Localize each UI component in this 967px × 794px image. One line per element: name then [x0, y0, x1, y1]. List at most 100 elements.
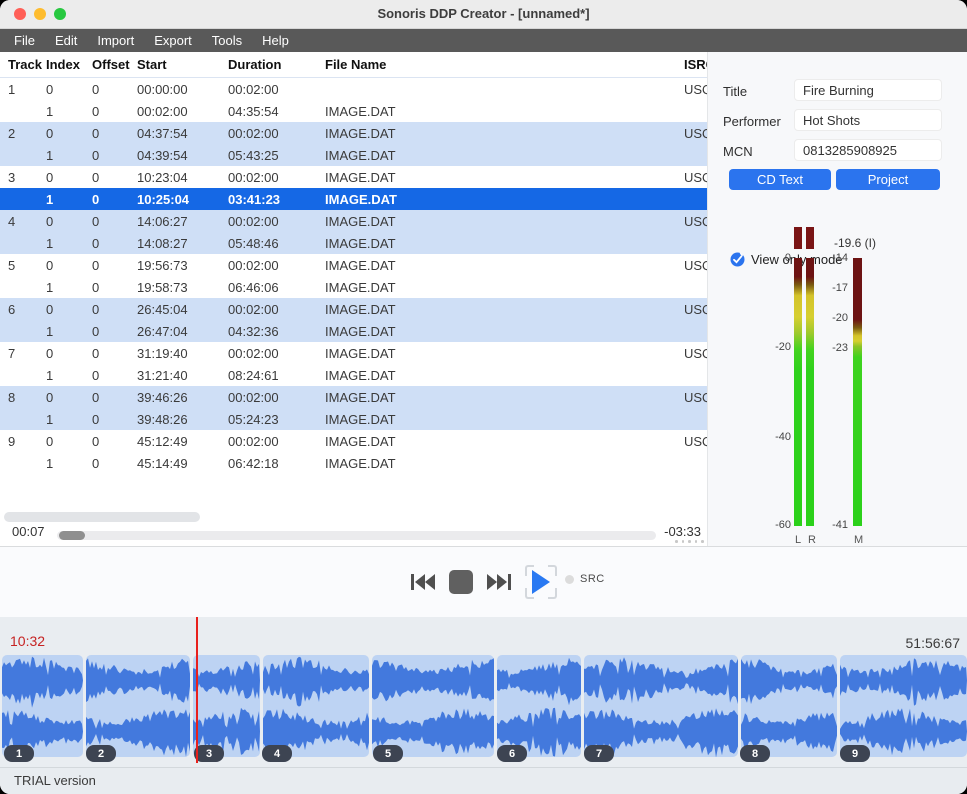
- table-row[interactable]: 1 0 14:08:27 05:48:46 IMAGE.DAT: [0, 232, 707, 254]
- stop-button[interactable]: [449, 570, 473, 594]
- menu-import[interactable]: Import: [87, 29, 144, 52]
- mcn-input[interactable]: [794, 139, 942, 161]
- window-title: Sonoris DDP Creator - [unnamed*]: [0, 0, 967, 28]
- src-toggle[interactable]: SRC: [565, 573, 605, 585]
- table-row[interactable]: 1 0 45:14:49 06:42:18 IMAGE.DAT: [0, 452, 707, 474]
- waveform-segment[interactable]: [193, 655, 260, 757]
- cell-filename: IMAGE.DAT: [325, 104, 684, 119]
- table-row[interactable]: 1 0 10:25:04 03:41:23 IMAGE.DAT: [0, 188, 707, 210]
- cell-index: 0: [46, 434, 92, 449]
- cell-isrc: USQ: [684, 126, 707, 141]
- lr-scale-60: -60: [759, 519, 791, 531]
- table-row[interactable]: 2 0 0 04:37:54 00:02:00 IMAGE.DAT USQ: [0, 122, 707, 144]
- menu-edit[interactable]: Edit: [45, 29, 87, 52]
- cell-offset: 0: [92, 126, 137, 141]
- lr-scale-40: -40: [759, 431, 791, 443]
- lr-scale-20: -20: [759, 341, 791, 353]
- menu-export[interactable]: Export: [144, 29, 202, 52]
- menu-bar: File Edit Import Export Tools Help: [0, 29, 967, 52]
- cell-duration: 03:41:23: [228, 192, 325, 207]
- properties-panel: Title Performer MCN CD Text Project View…: [707, 52, 967, 546]
- project-button[interactable]: Project: [836, 169, 940, 190]
- table-row[interactable]: 1 0 04:39:54 05:43:25 IMAGE.DAT: [0, 144, 707, 166]
- table-row[interactable]: 1 0 39:48:26 05:24:23 IMAGE.DAT: [0, 408, 707, 430]
- cell-offset: 0: [92, 368, 137, 383]
- table-row[interactable]: 1 0 0 00:00:00 00:02:00 USQ: [0, 78, 707, 100]
- horizontal-scrollbar[interactable]: [4, 512, 200, 522]
- cell-duration: 04:32:36: [228, 324, 325, 339]
- cell-filename: IMAGE.DAT: [325, 324, 684, 339]
- play-button[interactable]: [525, 565, 557, 599]
- performer-label: Performer: [723, 114, 781, 129]
- table-row[interactable]: 5 0 0 19:56:73 00:02:00 IMAGE.DAT USQ: [0, 254, 707, 276]
- cell-index: 0: [46, 214, 92, 229]
- seek-slider[interactable]: [57, 531, 656, 540]
- cell-index: 0: [46, 258, 92, 273]
- checkmark-icon: [730, 252, 745, 267]
- column-filename[interactable]: File Name: [325, 57, 684, 72]
- menu-help[interactable]: Help: [252, 29, 299, 52]
- table-row[interactable]: 1 0 19:58:73 06:46:06 IMAGE.DAT: [0, 276, 707, 298]
- elapsed-time: 00:07: [12, 524, 45, 539]
- cell-duration: 00:02:00: [228, 346, 325, 361]
- column-offset[interactable]: Offset: [92, 57, 137, 72]
- column-duration[interactable]: Duration: [228, 57, 325, 72]
- table-row[interactable]: 1 0 26:47:04 04:32:36 IMAGE.DAT: [0, 320, 707, 342]
- menu-file[interactable]: File: [4, 29, 45, 52]
- table-row[interactable]: 7 0 0 31:19:40 00:02:00 IMAGE.DAT USQ: [0, 342, 707, 364]
- waveform-segment[interactable]: [741, 655, 837, 757]
- table-row[interactable]: 1 0 00:02:00 04:35:54 IMAGE.DAT: [0, 100, 707, 122]
- title-input[interactable]: [794, 79, 942, 101]
- waveform-segment[interactable]: [2, 655, 83, 757]
- cell-filename: IMAGE.DAT: [325, 258, 684, 273]
- previous-track-button[interactable]: [411, 574, 435, 590]
- track-number-badge: 6: [497, 745, 527, 762]
- cell-isrc: USQ: [684, 346, 707, 361]
- cell-track: 2: [8, 126, 46, 141]
- column-index[interactable]: Index: [46, 57, 92, 72]
- next-track-button[interactable]: [487, 574, 511, 590]
- track-table-body: 1 0 0 00:00:00 00:02:00 USQ 1 0 00:02:00…: [0, 78, 707, 474]
- trial-version-label: TRIAL version: [14, 768, 96, 794]
- waveform-segment[interactable]: [584, 655, 738, 757]
- waveform-graphic: [193, 655, 260, 757]
- cell-start: 14:06:27: [137, 214, 228, 229]
- waveform-segment[interactable]: [263, 655, 369, 757]
- column-start[interactable]: Start: [137, 57, 228, 72]
- performer-input[interactable]: [794, 109, 942, 131]
- playhead[interactable]: [196, 617, 198, 763]
- table-row[interactable]: 1 0 31:21:40 08:24:61 IMAGE.DAT: [0, 364, 707, 386]
- waveform-segment[interactable]: [840, 655, 967, 757]
- cell-duration: 04:35:54: [228, 104, 325, 119]
- table-row[interactable]: 8 0 0 39:46:26 00:02:00 IMAGE.DAT USQ: [0, 386, 707, 408]
- table-row[interactable]: 9 0 0 45:12:49 00:02:00 IMAGE.DAT USQ: [0, 430, 707, 452]
- waveform-segment[interactable]: [86, 655, 190, 757]
- table-row[interactable]: 4 0 0 14:06:27 00:02:00 IMAGE.DAT USQ: [0, 210, 707, 232]
- cell-index: 1: [46, 280, 92, 295]
- splitter-grip[interactable]: [675, 540, 704, 543]
- left-meter-bar: [794, 258, 802, 526]
- cell-duration: 00:02:00: [228, 434, 325, 449]
- cell-offset: 0: [92, 280, 137, 295]
- cell-index: 0: [46, 126, 92, 141]
- column-isrc[interactable]: ISRC: [684, 57, 707, 72]
- waveform-segment[interactable]: [372, 655, 494, 757]
- cell-filename: IMAGE.DAT: [325, 170, 684, 185]
- table-row[interactable]: 6 0 0 26:45:04 00:02:00 IMAGE.DAT USQ: [0, 298, 707, 320]
- seek-slider-thumb[interactable]: [59, 531, 85, 540]
- cell-filename: IMAGE.DAT: [325, 148, 684, 163]
- column-track[interactable]: Track: [8, 57, 46, 72]
- cell-start: 45:14:49: [137, 456, 228, 471]
- waveform-segment[interactable]: [497, 655, 581, 757]
- cell-filename: IMAGE.DAT: [325, 368, 684, 383]
- cell-start: 04:37:54: [137, 126, 228, 141]
- cd-text-button[interactable]: CD Text: [729, 169, 831, 190]
- cell-filename: IMAGE.DAT: [325, 126, 684, 141]
- table-row[interactable]: 3 0 0 10:23:04 00:02:00 IMAGE.DAT USQ: [0, 166, 707, 188]
- cell-offset: 0: [92, 170, 137, 185]
- cell-index: 1: [46, 192, 92, 207]
- cell-filename: IMAGE.DAT: [325, 456, 684, 471]
- cell-duration: 00:02:00: [228, 390, 325, 405]
- menu-tools[interactable]: Tools: [202, 29, 252, 52]
- cell-filename: IMAGE.DAT: [325, 280, 684, 295]
